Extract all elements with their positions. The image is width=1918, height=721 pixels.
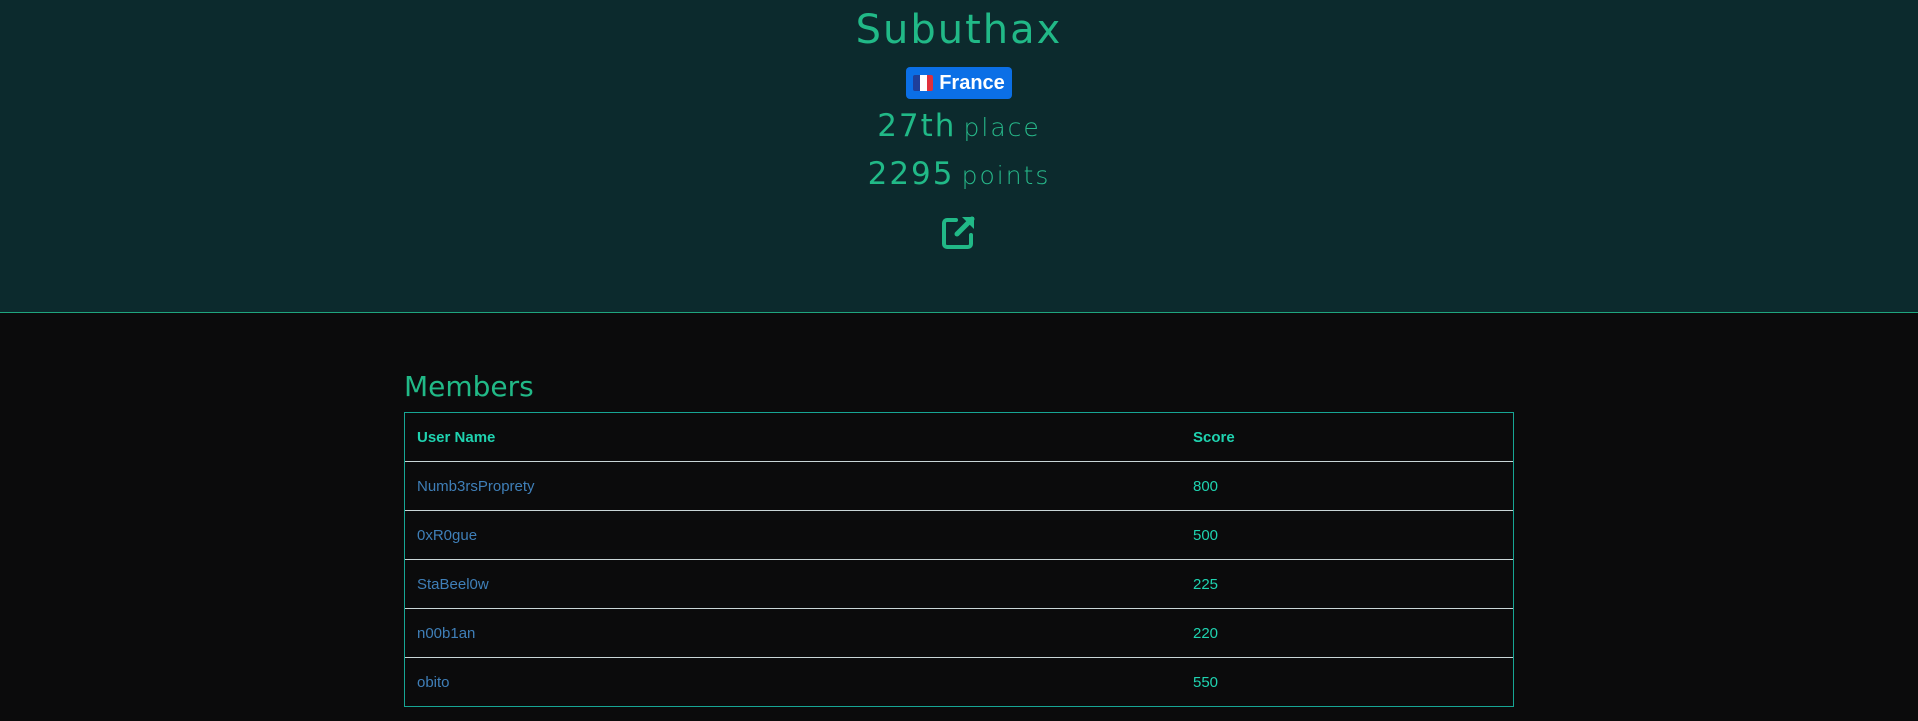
place-label: place: [963, 113, 1041, 142]
member-score: 225: [1193, 575, 1219, 593]
member-score: 800: [1193, 477, 1219, 495]
points-number: 2295: [867, 156, 955, 192]
member-name-link[interactable]: 0xR0gue: [417, 527, 477, 544]
country-badge: France: [906, 67, 1012, 99]
table-row: Numb3rsProprety 800: [405, 461, 1513, 510]
column-header-score: Score: [1193, 428, 1235, 446]
team-place: 27th place: [0, 106, 1918, 146]
country-label: France: [939, 71, 1005, 94]
team-points: 2295 points: [0, 154, 1918, 194]
column-header-username: User Name: [417, 428, 496, 446]
members-title: Members: [404, 370, 534, 403]
points-label: points: [961, 161, 1051, 190]
table-row: obito 550: [405, 657, 1513, 706]
external-link-icon[interactable]: [941, 214, 977, 250]
table-row: 0xR0gue 500: [405, 510, 1513, 559]
member-name-link[interactable]: n00b1an: [417, 625, 475, 642]
member-score: 500: [1193, 526, 1219, 544]
member-score: 550: [1193, 673, 1219, 691]
member-name-link[interactable]: obito: [417, 674, 450, 691]
team-name: Subuthax: [855, 7, 1063, 53]
members-table: User Name Score Numb3rsProprety 800 0xR0…: [404, 412, 1514, 707]
france-flag-icon: [913, 75, 934, 91]
table-row: n00b1an 220: [405, 608, 1513, 657]
team-header: Subuthax France 27th place 2295 points: [0, 0, 1918, 313]
member-score: 220: [1193, 624, 1219, 642]
member-name-link[interactable]: StaBeel0w: [417, 576, 489, 593]
table-row: StaBeel0w 225: [405, 559, 1513, 608]
table-header-row: User Name Score: [405, 413, 1513, 461]
member-name-link[interactable]: Numb3rsProprety: [417, 478, 535, 495]
place-number: 27th: [877, 108, 957, 144]
